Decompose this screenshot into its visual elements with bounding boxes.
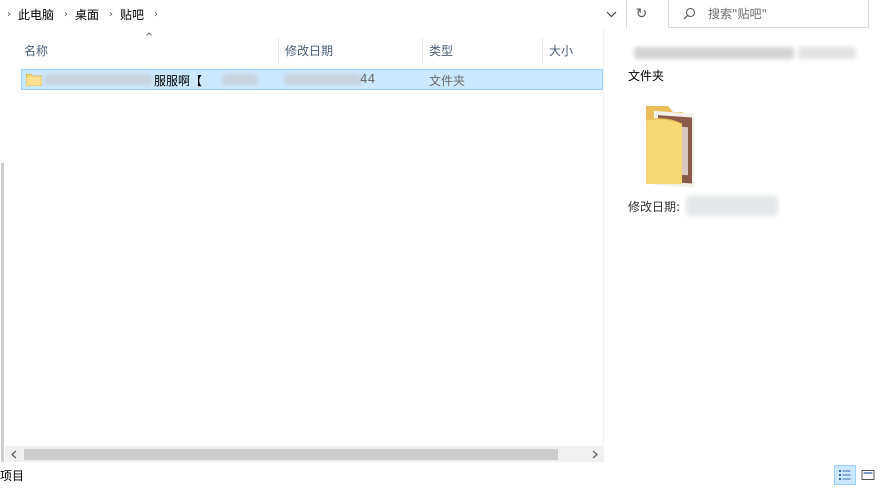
column-header-label: 大小: [549, 43, 574, 58]
column-header-date[interactable]: 修改日期: [285, 38, 422, 62]
details-view-icon: [839, 470, 851, 480]
address-history-button[interactable]: [598, 0, 624, 28]
column-divider[interactable]: [278, 38, 279, 62]
details-item-type: 文件夹: [628, 69, 665, 83]
refresh-icon: ↻: [635, 6, 648, 22]
chevron-right-icon: [592, 450, 598, 459]
chevron-down-icon: [606, 11, 616, 17]
details-modified-label: 修改日期:: [628, 200, 681, 214]
column-header-size[interactable]: 大小: [549, 38, 603, 62]
redacted-date: [284, 74, 362, 85]
column-header-label: 类型: [429, 43, 454, 58]
search-box[interactable]: [668, 0, 869, 28]
chevron-right-icon[interactable]: ›: [54, 9, 75, 20]
status-bar: 项目: [0, 462, 884, 488]
breadcrumb-this-pc[interactable]: 此电脑: [18, 6, 54, 23]
chevron-right-icon[interactable]: ›: [144, 9, 165, 20]
scroll-right-button[interactable]: [586, 446, 603, 463]
large-icons-view-icon: [861, 470, 875, 480]
column-header-label: 名称: [24, 43, 49, 58]
redacted-filename: [44, 74, 152, 85]
folder-icon: [26, 74, 42, 86]
column-header-type[interactable]: 类型: [429, 38, 542, 62]
column-divider[interactable]: [542, 38, 543, 62]
refresh-button[interactable]: ↻: [626, 0, 656, 28]
file-modified-date: 44: [360, 72, 376, 86]
chevron-right-icon[interactable]: ›: [4, 9, 18, 20]
nav-scrollbar-thumb[interactable]: [1, 163, 4, 463]
file-name: 服服啊【: [154, 74, 203, 88]
redacted-modified-date: [686, 196, 778, 216]
scroll-left-button[interactable]: [5, 446, 22, 463]
folder-thumbnail-icon: [645, 106, 694, 188]
redacted-filename: [222, 74, 258, 85]
navigation-bar: › 此电脑 › 桌面 › 贴吧 › ↻: [0, 0, 884, 30]
file-type: 文件夹: [429, 74, 466, 88]
breadcrumb-tieba[interactable]: 贴吧: [120, 6, 144, 23]
column-header-label: 修改日期: [285, 43, 334, 58]
search-icon: [683, 7, 696, 20]
redacted-title: [628, 42, 858, 64]
file-list: ^ 名称 修改日期 类型 大小 服服啊【 44 文件夹: [5, 30, 603, 462]
item-count: 项目: [0, 469, 25, 483]
breadcrumb-desktop[interactable]: 桌面: [75, 6, 99, 23]
list-item[interactable]: 服服啊【 44 文件夹: [21, 69, 603, 90]
details-pane: 文件夹 修改日期:: [603, 30, 884, 462]
horizontal-scrollbar-thumb[interactable]: [24, 449, 558, 460]
column-header-name[interactable]: 名称: [24, 38, 278, 62]
column-divider[interactable]: [422, 38, 423, 62]
chevron-left-icon: [10, 450, 16, 459]
search-input[interactable]: [708, 6, 858, 21]
horizontal-scrollbar[interactable]: [5, 446, 603, 463]
address-bar[interactable]: › 此电脑 › 桌面 › 贴吧 ›: [0, 0, 598, 28]
large-icons-view-button[interactable]: [857, 465, 879, 485]
chevron-right-icon[interactable]: ›: [99, 9, 120, 20]
details-view-button[interactable]: [834, 465, 856, 485]
